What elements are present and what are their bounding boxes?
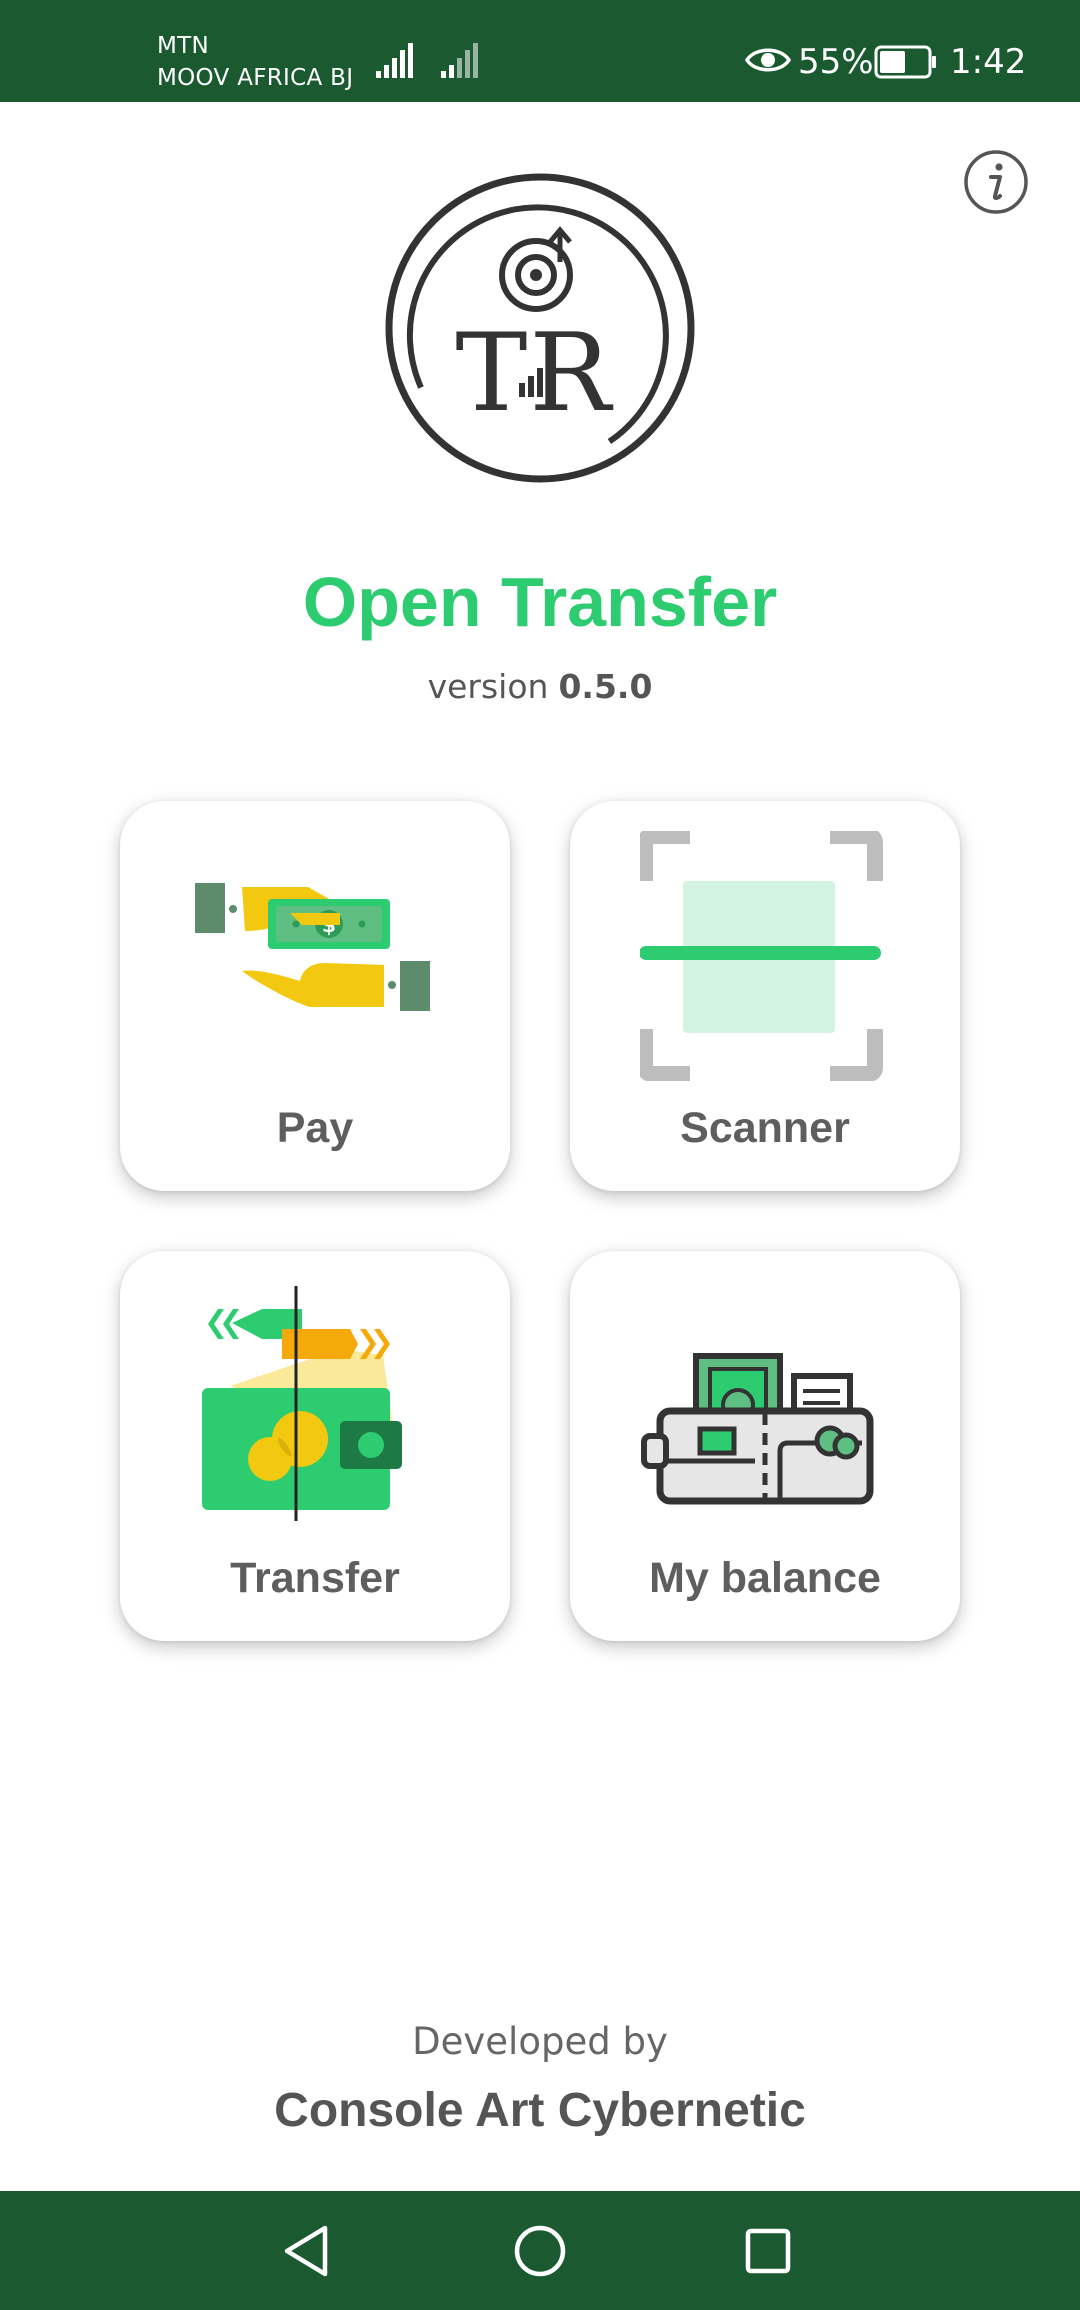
info-icon[interactable] [962,148,1030,216]
scanner-frame-icon [640,831,883,1081]
battery-percent: 55% [798,42,874,82]
pay-hands-money-icon: $ [195,883,430,1011]
pay-label: Pay [276,1104,354,1152]
recents-square-icon[interactable] [733,2216,803,2286]
scanner-label: Scanner [680,1104,850,1152]
transfer-wallet-arrows-icon [202,1286,402,1521]
pay-button[interactable]: $ Pay [120,801,510,1191]
app-logo: TR [385,173,695,483]
signal-icon [441,43,478,78]
eye-icon [745,48,791,72]
developer-name: Console Art Cybernetic [274,2084,806,2137]
home-circle-icon[interactable] [505,2216,575,2286]
battery-icon [874,45,936,79]
signal-icon [376,43,413,78]
my-balance-label: My balance [649,1554,881,1602]
version-label: version [427,667,549,706]
carrier-info: MTN MOOV AFRICA BJ [157,30,353,94]
scanner-button[interactable]: Scanner [570,801,960,1191]
version-number: 0.5.0 [558,667,653,706]
clock: 1:42 [950,42,1027,82]
app-title: Open Transfer [302,563,778,641]
navigation-bar [0,2191,1080,2310]
carrier-name-1: MTN [157,33,209,59]
developed-by-label: Developed by [412,2020,668,2063]
logo-text: TR [455,311,613,436]
status-bar: MTN MOOV AFRICA BJ 55% 1:42 [0,0,1080,102]
my-balance-button[interactable]: My balance [570,1251,960,1641]
back-triangle-icon[interactable] [273,2216,343,2286]
carrier-name-2: MOOV AFRICA BJ [157,65,354,91]
wallet-balance-icon [641,1353,874,1505]
transfer-button[interactable]: Transfer [120,1251,510,1641]
version-line: version 0.5.0 [0,665,1080,709]
transfer-label: Transfer [230,1554,400,1602]
